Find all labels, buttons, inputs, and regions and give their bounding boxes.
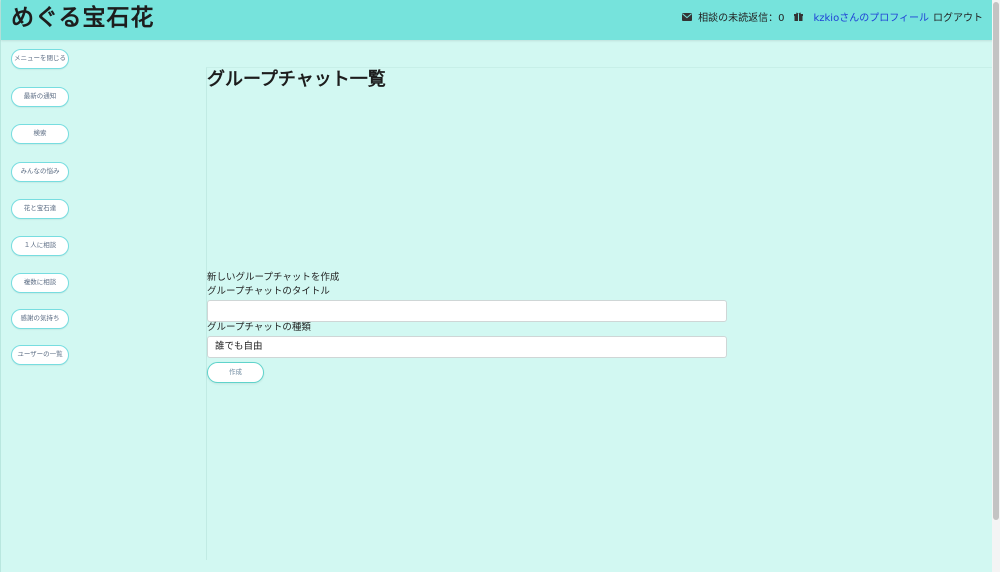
vertical-scrollbar[interactable] xyxy=(992,0,1000,572)
sidebar-item-consult-one[interactable]: １人に相談 xyxy=(11,236,69,256)
sidebar-item-flowers-gems[interactable]: 花と宝石達 xyxy=(11,199,69,219)
top-navbar: めぐる宝石花 相談の未読返信：0 kzkioさんのプロフィール ログアウト xyxy=(1,0,993,40)
page-title: グループチャット一覧 xyxy=(207,69,386,90)
chat-title-input[interactable] xyxy=(207,300,727,322)
header-nav: 相談の未読返信：0 kzkioさんのプロフィール ログアウト xyxy=(682,12,983,26)
brand-logo[interactable]: めぐる宝石花 xyxy=(11,2,155,34)
sidebar-item-gratitude[interactable]: 感謝の気持ち xyxy=(11,309,69,329)
close-menu-button[interactable]: メニューを閉じる xyxy=(11,49,69,69)
chat-type-selected-value: 誰でも自由 xyxy=(215,341,263,352)
chat-type-label: グループチャットの種類 xyxy=(207,322,311,333)
chat-title-label: グループチャットのタイトル xyxy=(207,286,330,297)
sidebar-item-consult-multiple[interactable]: 複数に相談 xyxy=(11,273,69,293)
sidebar-item-search[interactable]: 検索 xyxy=(11,124,69,144)
logout-link[interactable]: ログアウト xyxy=(933,12,983,26)
sidebar-item-notifications[interactable]: 最新の通知 xyxy=(11,87,69,107)
scrollbar-thumb[interactable] xyxy=(993,2,999,520)
create-group-chat-heading: 新しいグループチャットを作成 xyxy=(207,272,340,283)
profile-link[interactable]: kzkioさんのプロフィール xyxy=(813,12,929,26)
create-button[interactable]: 作成 xyxy=(207,362,264,383)
unread-replies-count[interactable]: 相談の未読返信：0 xyxy=(698,12,784,26)
gift-icon xyxy=(794,12,804,26)
app-window: めぐる宝石花 相談の未読返信：0 kzkioさんのプロフィール ログアウト メニ… xyxy=(0,0,993,572)
envelope-icon xyxy=(682,12,693,26)
sidebar-item-everyone-worries[interactable]: みんなの悩み xyxy=(11,162,69,182)
chat-type-select[interactable]: 誰でも自由 xyxy=(207,336,727,358)
sidebar-item-user-list[interactable]: ユーザーの一覧 xyxy=(11,345,69,365)
